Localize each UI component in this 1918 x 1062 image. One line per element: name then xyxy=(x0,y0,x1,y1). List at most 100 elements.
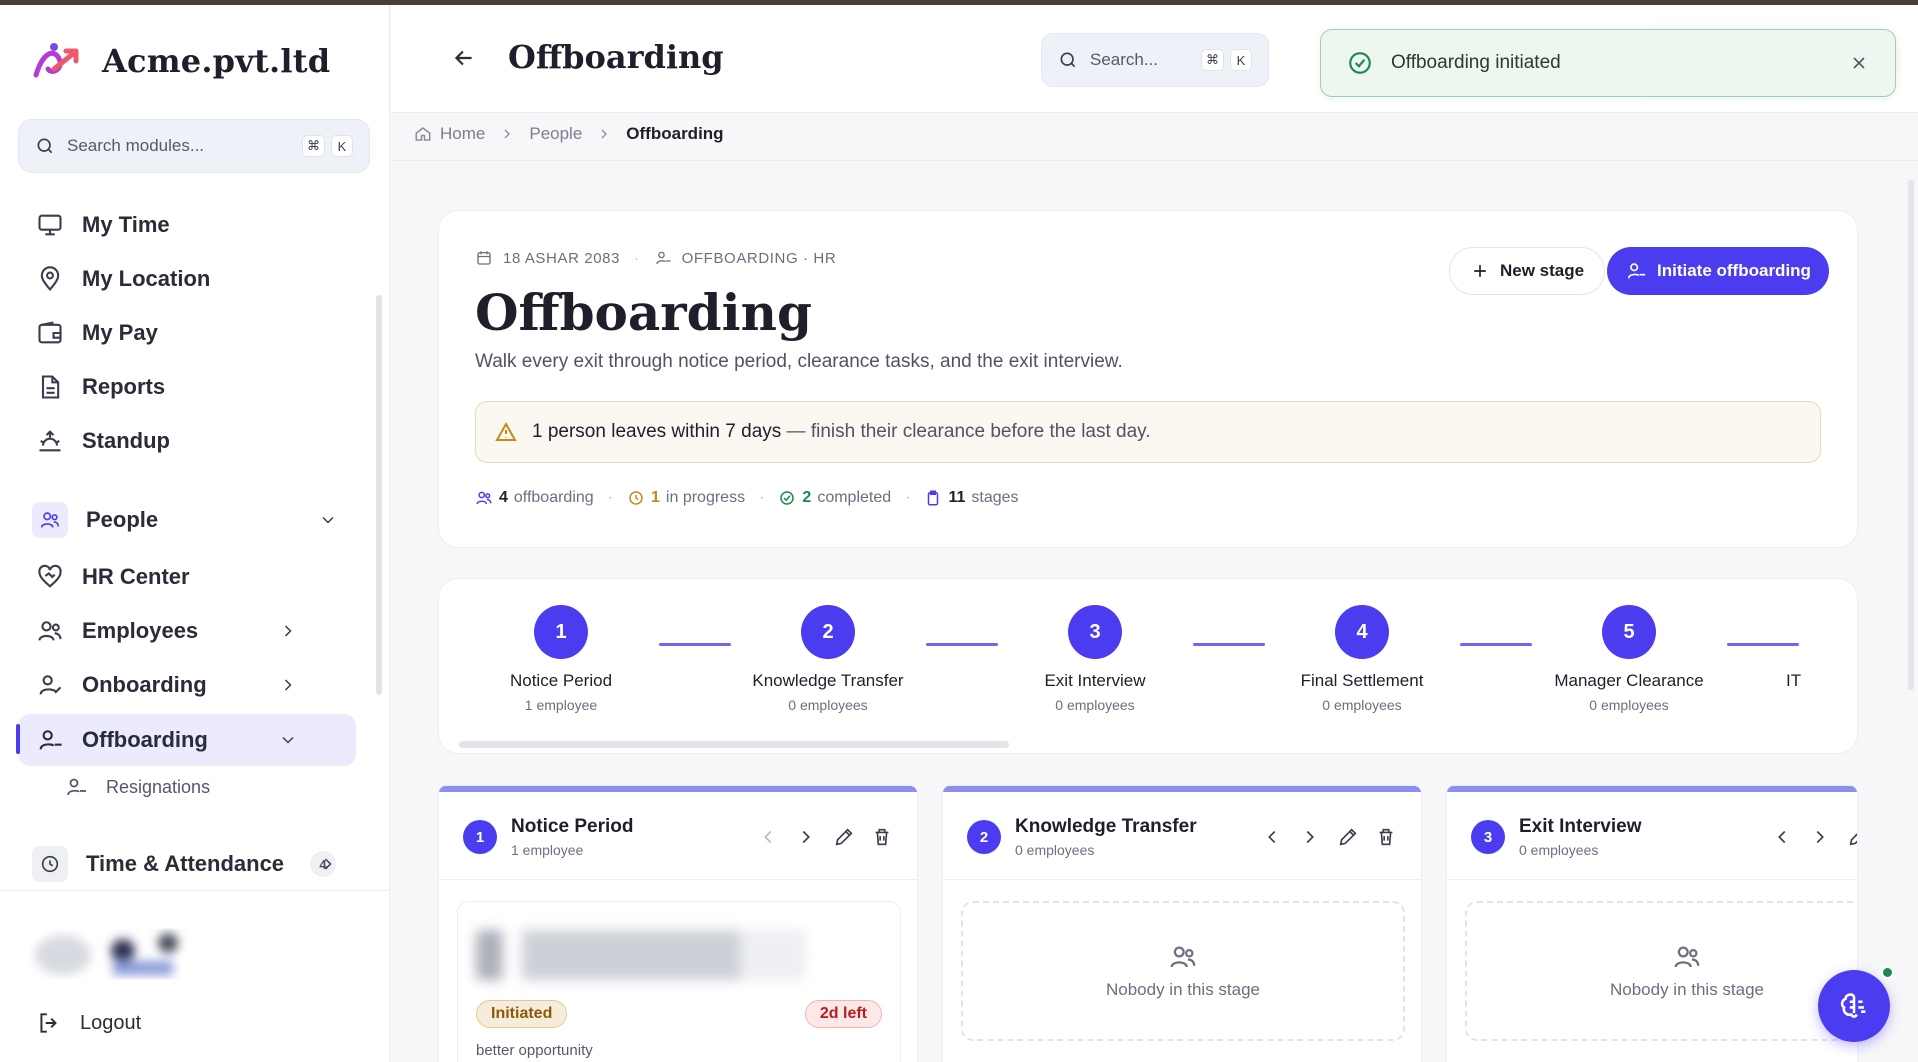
chevron-left-icon[interactable] xyxy=(1771,826,1793,848)
clock-icon xyxy=(629,491,643,505)
stepper-scrollbar[interactable] xyxy=(459,741,1009,748)
stepper-stage-2[interactable]: 2 Knowledge Transfer 0 employees xyxy=(718,605,938,713)
sidebar-item-label: People xyxy=(86,507,159,532)
brand[interactable]: Acme.pvt.ltd xyxy=(30,39,330,83)
user-check-icon xyxy=(39,675,62,695)
column-divider xyxy=(1447,879,1857,880)
sidebar-subitem-resignations[interactable]: Resignations xyxy=(64,775,210,799)
column-actions xyxy=(757,826,893,848)
summary-stats: 4 offboarding · 1 in progress · 2 comple… xyxy=(475,489,1019,507)
edit-icon[interactable] xyxy=(1847,826,1858,848)
global-search-input[interactable]: Search... ⌘ K xyxy=(1041,33,1269,87)
overview-title: Offboarding xyxy=(475,283,812,342)
sidebar-item-label: My Time xyxy=(82,212,170,237)
clock-icon xyxy=(32,846,68,882)
sidebar-divider xyxy=(0,890,390,891)
sidebar-item-label: HR Center xyxy=(82,564,190,589)
success-toast: Offboarding initiated xyxy=(1320,29,1896,97)
assistant-button[interactable] xyxy=(1818,970,1890,1042)
sidebar-item-reports[interactable]: Reports xyxy=(18,362,356,412)
stepper-stage-4[interactable]: 4 Final Settlement 0 employees xyxy=(1252,605,1472,713)
stepper-stage-6[interactable]: IT xyxy=(1786,605,1857,691)
column-number: 3 xyxy=(1471,820,1505,854)
column-count: 0 employees xyxy=(1015,842,1095,858)
module-search-input[interactable]: Search modules... ⌘ K xyxy=(18,119,370,173)
logout-button[interactable]: Logout xyxy=(36,1010,141,1036)
stepper-number: 2 xyxy=(801,605,855,659)
sidebar-group-people[interactable]: People xyxy=(18,495,356,545)
sidebar-item-hr-center[interactable]: HR Center xyxy=(18,552,356,602)
chevron-right-icon xyxy=(324,858,332,870)
chevron-left-icon[interactable] xyxy=(1261,826,1283,848)
empty-stage-placeholder: Nobody in this stage xyxy=(961,901,1405,1041)
sidebar-item-time-attendance[interactable]: Time & Attendance 4 xyxy=(18,839,356,889)
close-icon[interactable] xyxy=(1849,53,1869,73)
sidebar-item-label: My Location xyxy=(82,266,211,291)
chevron-right-icon[interactable] xyxy=(1299,826,1321,848)
status-badge: Initiated xyxy=(476,1000,568,1028)
kbd-cmd: ⌘ xyxy=(1201,49,1224,71)
user-avatar[interactable] xyxy=(28,925,208,985)
sidebar-item-my-time[interactable]: My Time xyxy=(18,200,356,250)
sidebar-item-my-location[interactable]: My Location xyxy=(18,254,356,304)
back-button[interactable] xyxy=(451,45,481,75)
sidebar-scrollbar[interactable] xyxy=(376,295,382,695)
people-icon xyxy=(32,502,68,538)
online-status-dot xyxy=(1881,966,1894,979)
deadline-alert: 1 person leaves within 7 days — finish t… xyxy=(475,401,1821,463)
column-name: Notice Period xyxy=(511,816,634,837)
sidebar-item-my-pay[interactable]: My Pay xyxy=(18,308,356,358)
stage-column-knowledge-transfer: 2 Knowledge Transfer 0 employees Nobody … xyxy=(942,785,1422,1062)
main-scrollbar[interactable] xyxy=(1908,180,1914,690)
toast-message: Offboarding initiated xyxy=(1391,52,1561,73)
empty-stage-text: Nobody in this stage xyxy=(1105,980,1261,999)
chevron-left-icon[interactable] xyxy=(757,826,779,848)
sidebar-item-onboarding[interactable]: Onboarding xyxy=(18,660,356,710)
stepper-stage-name: Knowledge Transfer xyxy=(752,671,904,690)
kbd-k: K xyxy=(331,135,353,157)
meta-section: OFFBOARDING · HR xyxy=(681,249,837,267)
chevron-right-icon xyxy=(284,625,292,637)
users-icon xyxy=(476,491,492,505)
breadcrumb-people[interactable]: People xyxy=(529,124,582,144)
chevron-right-icon[interactable] xyxy=(1809,826,1831,848)
initiate-offboarding-label: Initiate offboarding xyxy=(1657,261,1811,280)
user-minus-icon xyxy=(1627,263,1646,279)
breadcrumb-home[interactable]: Home xyxy=(440,124,485,144)
sidebar-subitem-label: Resignations xyxy=(106,776,211,797)
stepper-spacer xyxy=(1786,605,1857,659)
employee-card[interactable]: Initiated 2d left better opportunity xyxy=(457,901,901,1062)
breadcrumb-divider xyxy=(391,160,1918,161)
stepper-stage-5[interactable]: 5 Manager Clearance 0 employees xyxy=(1519,605,1739,713)
stat-completed-label: completed xyxy=(817,489,892,506)
warning-icon xyxy=(495,421,517,441)
stage-column-exit-interview: 3 Exit Interview 0 employees Nobody in t… xyxy=(1446,785,1858,1062)
sidebar-item-standup[interactable]: Standup xyxy=(18,416,356,466)
overview-description: Walk every exit through notice period, c… xyxy=(475,351,1123,372)
sidebar: Acme.pvt.ltd Search modules... ⌘ K My Ti… xyxy=(0,5,390,1062)
edit-icon[interactable] xyxy=(833,826,855,848)
stat-stages: 11 stages xyxy=(924,489,1019,507)
trash-icon[interactable] xyxy=(871,826,893,848)
users-icon xyxy=(38,621,62,641)
stepper-stage-count: 0 employees xyxy=(1322,697,1402,713)
heart-handshake-icon xyxy=(38,564,62,588)
new-stage-button[interactable]: New stage xyxy=(1449,247,1606,295)
meta-separator: · xyxy=(634,249,640,267)
calendar-icon xyxy=(477,251,491,265)
meta-date: 18 ASHAR 2083 xyxy=(503,249,621,267)
sidebar-item-offboarding[interactable]: Offboarding xyxy=(16,714,356,766)
stepper-stage-1[interactable]: 1 Notice Period 1 employee xyxy=(451,605,671,713)
trash-icon[interactable] xyxy=(1375,826,1397,848)
chevron-right-icon[interactable] xyxy=(795,826,817,848)
alert-strong: 1 person leaves within 7 days xyxy=(532,421,782,442)
check-circle-icon xyxy=(1349,52,1371,74)
column-count: 1 employee xyxy=(511,842,584,858)
sidebar-item-employees[interactable]: Employees xyxy=(18,606,356,656)
stepper-stage-3[interactable]: 3 Exit Interview 0 employees xyxy=(985,605,1205,713)
exit-reason: better opportunity xyxy=(476,1042,593,1059)
edit-icon[interactable] xyxy=(1337,826,1359,848)
search-icon xyxy=(37,138,53,154)
initiate-offboarding-button[interactable]: Initiate offboarding xyxy=(1607,247,1829,295)
employee-identity-blurred xyxy=(476,930,806,980)
